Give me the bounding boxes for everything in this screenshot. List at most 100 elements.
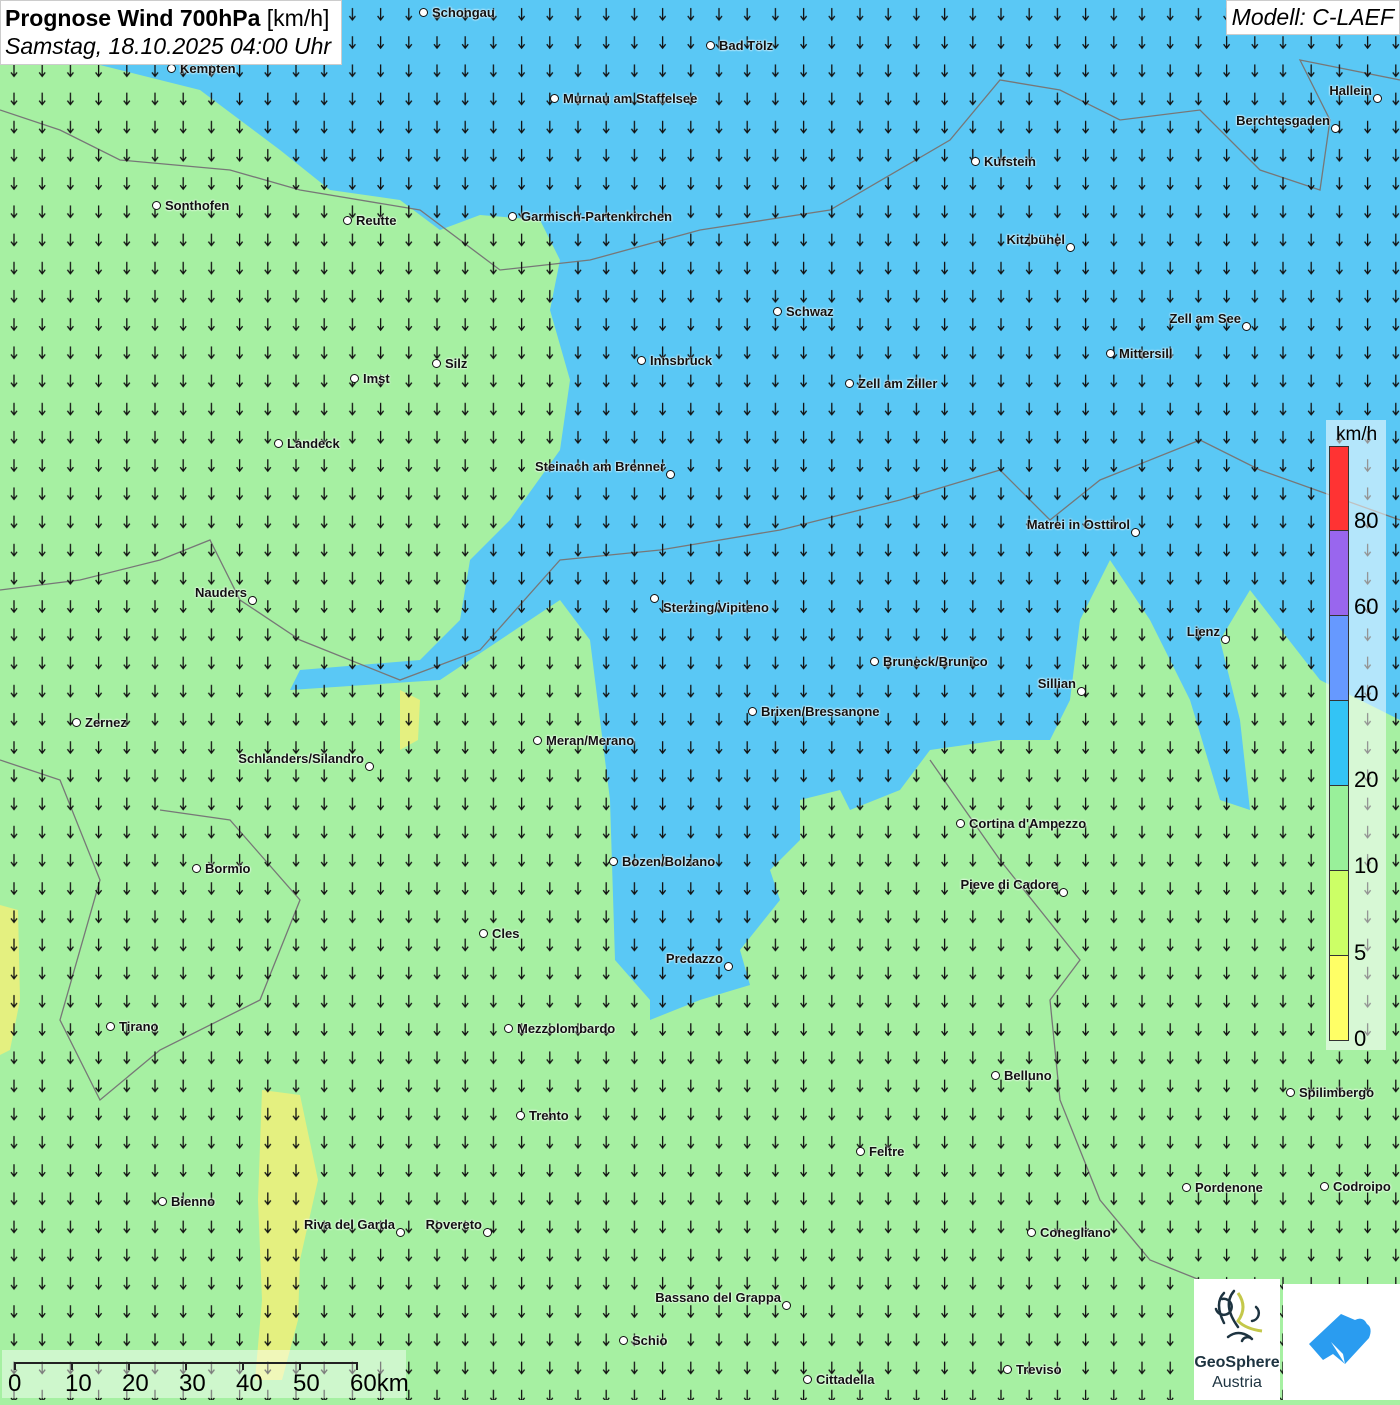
city-label: Sillian	[1037, 676, 1076, 691]
scale-tick	[185, 1362, 187, 1370]
legend-unit: km/h	[1336, 424, 1378, 445]
city-marker	[432, 359, 441, 368]
mountain-cloud-icon	[1309, 1314, 1371, 1364]
legend-label: 0	[1354, 1025, 1367, 1051]
city-marker	[845, 379, 854, 388]
city-marker	[350, 374, 359, 383]
scale-tick	[14, 1362, 16, 1370]
legend-label: 10	[1354, 853, 1379, 879]
scale-tick	[242, 1362, 244, 1370]
city-label: Mittersill	[1119, 346, 1173, 361]
city-label: Garmisch-Partenkirchen	[521, 209, 673, 224]
legend-label: 60	[1354, 594, 1379, 620]
scale-label: 0	[8, 1370, 22, 1397]
title-unit: [km/h]	[266, 5, 330, 31]
city-label: Steinach am Brenner	[534, 459, 665, 474]
city-marker	[396, 1228, 405, 1237]
city-label: Sterzing/Vipiteno	[663, 600, 769, 615]
city-label: Mezzolombardo	[517, 1021, 616, 1036]
title-text: Prognose Wind 700hPa	[5, 5, 261, 31]
legend-swatch	[1329, 701, 1349, 786]
city-label: Cortina d'Ampezzo	[969, 816, 1087, 831]
city-label: Sonthofen	[165, 198, 230, 213]
city-marker	[637, 356, 646, 365]
scale-tick	[128, 1362, 130, 1370]
city-label: Zell am See	[1169, 311, 1241, 326]
scale-tick	[299, 1362, 301, 1370]
scale-bar: 0 10 20 30 40 50 60km	[2, 1350, 409, 1398]
city-marker	[167, 64, 176, 73]
city-label: Spilimbergo	[1299, 1085, 1375, 1100]
city-label: Treviso	[1016, 1362, 1062, 1377]
geosphere-logo[interactable]: GeoSphere Austria	[1194, 1279, 1280, 1400]
city-marker	[870, 657, 879, 666]
legend-label: 40	[1354, 680, 1379, 706]
city-marker	[1059, 888, 1068, 897]
city-marker	[782, 1301, 791, 1310]
legend-label: 20	[1354, 766, 1379, 792]
city-marker	[619, 1336, 628, 1345]
city-marker	[1182, 1183, 1191, 1192]
city-marker	[773, 307, 782, 316]
city-label: Hallein	[1329, 83, 1372, 98]
city-label: Bruneck/Brunico	[883, 654, 988, 669]
city-label: Berchtesgaden	[1236, 113, 1330, 128]
city-label: Kufstein	[984, 154, 1036, 169]
city-label: Bad Tölz	[719, 38, 774, 53]
city-label: Pieve di Cadore	[960, 877, 1058, 892]
scale-tick	[356, 1362, 358, 1370]
city-label: Brixen/Bressanone	[761, 704, 880, 719]
city-label: Zernez	[85, 715, 127, 730]
city-marker	[192, 864, 201, 873]
title-box: Prognose Wind 700hPa [km/h] Samstag, 18.…	[0, 0, 343, 65]
legend-swatch	[1329, 956, 1349, 1041]
legend-swatch	[1329, 446, 1349, 531]
scale-label: 60km	[350, 1370, 409, 1397]
city-label: Riva del Garda	[303, 1217, 395, 1232]
city-marker	[1003, 1365, 1012, 1374]
city-label: Silz	[445, 356, 468, 371]
city-marker	[1221, 635, 1230, 644]
city-label: Bormio	[205, 861, 251, 876]
city-marker	[706, 41, 715, 50]
city-label: Codroipo	[1333, 1179, 1391, 1194]
city-marker	[419, 8, 428, 17]
city-label: Innsbruck	[650, 353, 713, 368]
scale-label: 40	[236, 1370, 263, 1397]
city-label: Reutte	[356, 213, 397, 228]
city-label: Schio	[632, 1333, 668, 1348]
city-marker	[483, 1228, 492, 1237]
city-marker	[508, 212, 517, 221]
city-marker	[550, 94, 559, 103]
city-label: Conegliano	[1040, 1225, 1111, 1240]
city-marker	[991, 1071, 1000, 1080]
city-label: Cles	[492, 926, 520, 941]
city-label: Bienno	[171, 1194, 216, 1209]
city-marker	[479, 929, 488, 938]
city-marker	[343, 216, 352, 225]
city-marker	[956, 819, 965, 828]
city-label: Pordenone	[1195, 1180, 1263, 1195]
city-label: Kitzbühel	[1006, 232, 1066, 247]
city-marker	[504, 1024, 513, 1033]
city-marker	[1027, 1228, 1036, 1237]
city-label: Schlanders/Silandro	[238, 751, 364, 766]
city-label: Imst	[363, 371, 390, 386]
scale-label: 20	[122, 1370, 149, 1397]
city-marker	[158, 1197, 167, 1206]
city-marker	[1131, 528, 1140, 537]
app-logo[interactable]	[1283, 1284, 1400, 1400]
city-label: Zell am Ziller	[858, 376, 938, 391]
geosphere-name: GeoSphere	[1194, 1354, 1280, 1371]
city-label: Predazzo	[665, 951, 723, 966]
scale-label: 50	[293, 1370, 320, 1397]
legend-swatch	[1329, 871, 1349, 956]
city-marker	[106, 1022, 115, 1031]
city-label: Rovereto	[425, 1217, 482, 1232]
city-marker	[152, 201, 161, 210]
city-label: Schongau	[432, 5, 495, 20]
city-label: Lienz	[1186, 624, 1220, 639]
city-marker	[971, 157, 980, 166]
city-marker	[803, 1375, 812, 1384]
city-label: Murnau am Staffelsee	[563, 91, 698, 106]
